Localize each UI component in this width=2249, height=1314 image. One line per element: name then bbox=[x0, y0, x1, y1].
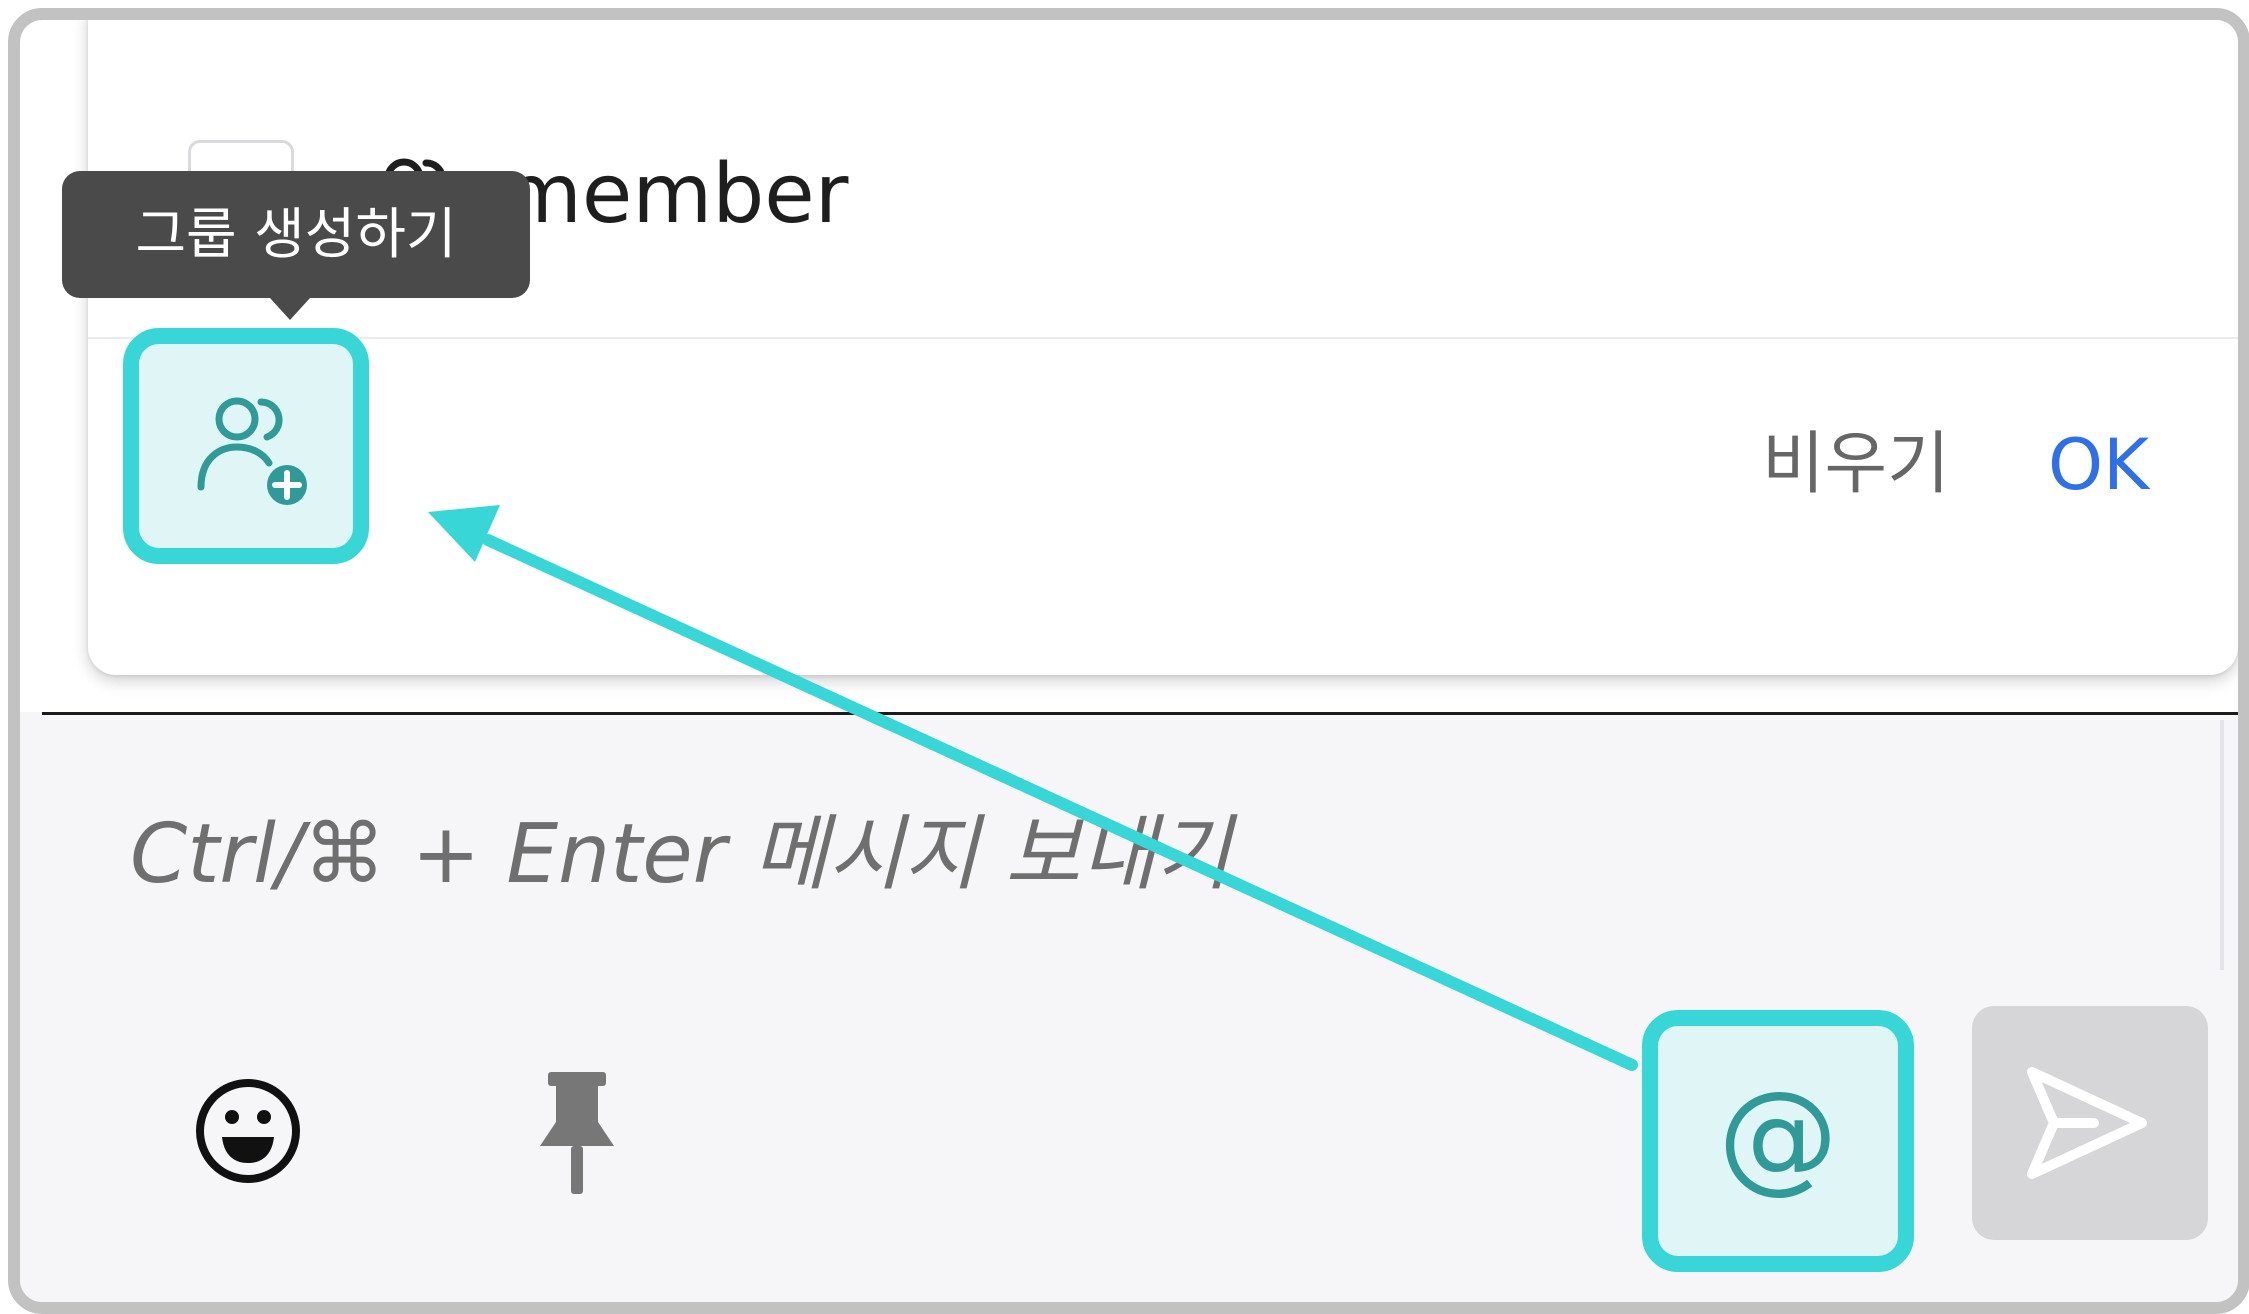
user-group-add-icon bbox=[197, 397, 307, 505]
pin-icon[interactable] bbox=[536, 1070, 618, 1196]
message-input[interactable]: Ctrl/⌘ + Enter 메시지 보내기 bbox=[130, 800, 1231, 910]
tooltip-arrow bbox=[270, 298, 310, 320]
create-group-button[interactable] bbox=[123, 328, 369, 564]
composer-divider bbox=[42, 712, 2238, 715]
mention-button[interactable]: @ bbox=[1642, 1010, 1914, 1272]
clear-button[interactable]: 비우기 bbox=[1762, 425, 1950, 505]
ok-button[interactable]: OK bbox=[2048, 425, 2149, 505]
member-label: member bbox=[502, 147, 849, 242]
at-icon: @ bbox=[1718, 1067, 1838, 1206]
send-button[interactable] bbox=[1972, 1006, 2208, 1240]
mention-popover: member 비우기 OK bbox=[88, 20, 2238, 675]
send-icon bbox=[2027, 1067, 2147, 1179]
smile-icon[interactable] bbox=[192, 1075, 304, 1187]
app-frame: member 비우기 OK 그룹 생성하기 Ctrl/⌘ + Enter 메시지… bbox=[8, 8, 2249, 1314]
scrollbar[interactable] bbox=[2220, 720, 2224, 970]
tooltip: 그룹 생성하기 bbox=[62, 171, 530, 298]
